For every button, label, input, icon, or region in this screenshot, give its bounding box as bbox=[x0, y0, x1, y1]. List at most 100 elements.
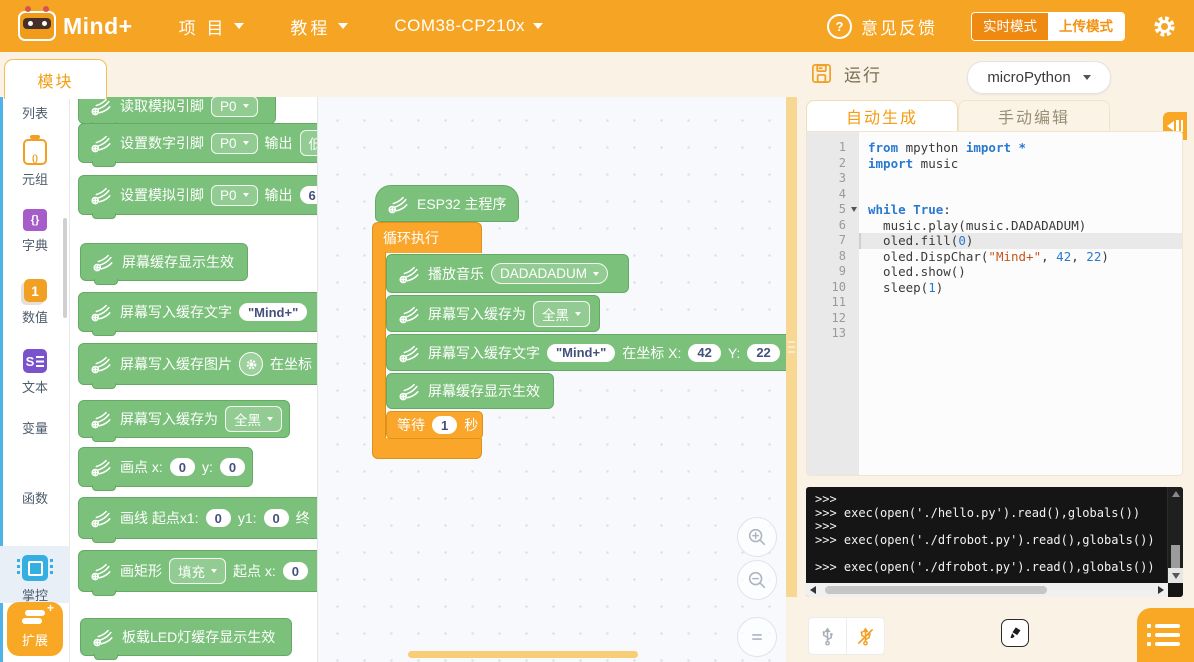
sidebar-item-list[interactable]: 列表 bbox=[0, 103, 70, 122]
clear-terminal-button[interactable] bbox=[1001, 619, 1029, 647]
menu-serial-port[interactable]: COM38-CP210x bbox=[394, 16, 543, 36]
zoom-in-button[interactable] bbox=[737, 517, 777, 557]
category-sidebar: 列表 () 元组 {} 字典 1 数值 S 文本 变量 函数 掌控 bbox=[0, 97, 70, 662]
category-label: 字典 bbox=[22, 238, 48, 253]
chevron-down-icon bbox=[1083, 75, 1091, 80]
fill-mode-dropdown[interactable]: 填充 bbox=[169, 558, 226, 584]
onboard-led-apply-block[interactable]: 板载LED灯缓存显示生效 bbox=[80, 618, 292, 656]
y-input[interactable]: 0 bbox=[220, 458, 245, 476]
mpython-hand-icon bbox=[89, 407, 113, 431]
wait-block[interactable]: 等待 1 秒 bbox=[386, 411, 483, 439]
pin-dropdown[interactable]: P0 bbox=[211, 185, 258, 206]
scrollbar-thumb[interactable] bbox=[825, 586, 1047, 594]
sidebar-item-text[interactable]: S 文本 bbox=[0, 349, 70, 396]
menu-project[interactable]: 项 目 bbox=[179, 14, 245, 39]
image-gear-icon[interactable] bbox=[239, 352, 263, 376]
x1-input[interactable]: 0 bbox=[206, 509, 231, 527]
draw-point-block[interactable]: 画点 x: 0 y: 0 bbox=[78, 447, 253, 487]
code-line-active: 7 oled.fill(0) bbox=[807, 233, 1182, 249]
block-workspace[interactable]: ESP32 主程序 循环执行 播放音乐 DADADADUM 屏幕写入缓存为 全黑… bbox=[318, 97, 786, 662]
screen-write-text-block[interactable]: 屏幕写入缓存文字 "Mind+" bbox=[78, 292, 318, 332]
x-input[interactable]: 0 bbox=[170, 458, 195, 476]
screen-write-text-block[interactable]: 屏幕写入缓存文字 "Mind+" 在坐标 X: 42 Y: 22 bbox=[386, 334, 786, 371]
tab-manual-edit[interactable]: 手动编辑 bbox=[958, 100, 1110, 131]
play-music-block[interactable]: 播放音乐 DADADADUM bbox=[386, 254, 629, 293]
set-analog-pin-block[interactable]: 设置模拟引脚 P0 输出 6 bbox=[78, 175, 318, 215]
language-value: microPython bbox=[987, 69, 1070, 86]
esp32-main-hat-block[interactable]: ESP32 主程序 bbox=[375, 185, 519, 222]
workspace-horizontal-scrollbar[interactable] bbox=[408, 651, 638, 658]
seconds-input[interactable]: 1 bbox=[432, 416, 457, 434]
sidebar-item-variable[interactable]: 变量 bbox=[0, 418, 70, 437]
mpython-hand-icon bbox=[89, 506, 113, 530]
loop-forever-spine[interactable] bbox=[372, 252, 386, 438]
mpython-hand-icon bbox=[89, 559, 113, 583]
extension-label: 扩展 bbox=[22, 630, 48, 649]
fill-color-dropdown[interactable]: 全黑 bbox=[225, 406, 282, 432]
tab-auto-generate[interactable]: 自动生成 bbox=[806, 100, 958, 131]
repl-terminal[interactable]: >>> >>> exec(open('./hello.py').read(),g… bbox=[806, 487, 1183, 597]
y-input[interactable]: 22 bbox=[747, 344, 779, 362]
language-select[interactable]: microPython bbox=[967, 61, 1111, 94]
settings-gear-icon[interactable] bbox=[1151, 13, 1178, 40]
x-input[interactable]: 0 bbox=[283, 562, 308, 580]
dict-icon: {} bbox=[23, 209, 47, 231]
extension-button[interactable]: 扩展 bbox=[7, 602, 63, 656]
usb-disconnect-button[interactable] bbox=[847, 618, 884, 654]
code-fold-icon[interactable] bbox=[851, 207, 857, 212]
set-digital-pin-block[interactable]: 设置数字引脚 P0 输出 低 bbox=[78, 123, 318, 163]
loop-forever-block[interactable]: 循环执行 bbox=[372, 222, 482, 253]
code-line: 6 music.play(music.DADADADUM) bbox=[807, 218, 1182, 234]
mindplus-logo[interactable]: Mind+ bbox=[18, 11, 133, 41]
sidebar-item-number[interactable]: 1 数值 bbox=[0, 279, 70, 326]
value-input[interactable]: 6 bbox=[300, 186, 318, 204]
menu-tutorial[interactable]: 教程 bbox=[290, 14, 348, 39]
read-analog-pin-block[interactable]: 读取模拟引脚 P0 bbox=[78, 97, 276, 124]
y1-input[interactable]: 0 bbox=[264, 509, 289, 527]
fill-color-dropdown[interactable]: 全黑 bbox=[533, 301, 590, 327]
sidebar-item-board[interactable]: 掌控 bbox=[0, 555, 70, 604]
robot-logo-icon bbox=[18, 11, 56, 41]
upload-mode-button[interactable]: 上传模式 bbox=[1048, 13, 1124, 40]
mpython-hand-icon bbox=[397, 379, 421, 403]
pin-dropdown[interactable]: P0 bbox=[211, 133, 258, 154]
sidebar-item-dict[interactable]: {} 字典 bbox=[0, 209, 70, 254]
realtime-mode-button[interactable]: 实时模式 bbox=[972, 13, 1048, 40]
scroll-right-icon[interactable] bbox=[1158, 586, 1164, 594]
screen-write-image-block[interactable]: 屏幕写入缓存图片 在坐标 bbox=[78, 343, 318, 385]
scroll-down-icon[interactable] bbox=[1168, 568, 1183, 583]
terminal-horizontal-scrollbar[interactable] bbox=[806, 583, 1168, 597]
screen-fill-block[interactable]: 屏幕写入缓存为 全黑 bbox=[386, 295, 600, 332]
panel-resize-divider[interactable] bbox=[786, 97, 797, 597]
feedback-button[interactable]: ? 意见反馈 bbox=[827, 14, 937, 39]
scroll-up-icon[interactable] bbox=[1172, 491, 1180, 497]
zoom-out-button[interactable] bbox=[737, 560, 777, 600]
draw-line-block[interactable]: 画线 起点x1: 0 y1: 0 终 bbox=[78, 497, 318, 539]
draw-rect-block[interactable]: 画矩形 填充 起点 x: 0 bbox=[78, 550, 318, 592]
x-input[interactable]: 42 bbox=[688, 344, 720, 362]
sidebar-item-function[interactable]: 函数 bbox=[0, 488, 70, 507]
loop-forever-foot[interactable] bbox=[372, 438, 482, 459]
tab-modules-label: 模块 bbox=[37, 68, 73, 92]
screen-fill-block[interactable]: 屏幕写入缓存为 全黑 bbox=[78, 400, 290, 438]
screen-apply-block[interactable]: 屏幕缓存显示生效 bbox=[386, 373, 554, 409]
run-button[interactable]: 运行 bbox=[810, 61, 882, 86]
scroll-left-icon[interactable] bbox=[810, 586, 816, 594]
category-label: 变量 bbox=[22, 421, 48, 436]
file-menu-button[interactable] bbox=[1137, 608, 1194, 662]
tab-modules[interactable]: 模块 bbox=[4, 59, 107, 99]
usb-connect-button[interactable] bbox=[809, 618, 847, 654]
screen-cache-apply-block[interactable]: 屏幕缓存显示生效 bbox=[80, 243, 248, 281]
level-dropdown[interactable]: 低 bbox=[300, 130, 318, 156]
terminal-vertical-scrollbar[interactable] bbox=[1167, 487, 1183, 583]
pin-dropdown[interactable]: P0 bbox=[211, 97, 258, 117]
sidebar-scrollbar[interactable] bbox=[63, 218, 67, 318]
terminal-line: >>> exec(open('./dfrobot.py').read(),glo… bbox=[815, 561, 1165, 575]
text-input[interactable]: "Mind+" bbox=[239, 303, 307, 321]
zoom-reset-button[interactable] bbox=[737, 617, 777, 657]
code-editor[interactable]: 1 from mpython import * 2 import music 3… bbox=[806, 131, 1183, 476]
terminal-line: >>> exec(open('./dfrobot.py').read(),glo… bbox=[815, 534, 1165, 548]
text-input[interactable]: "Mind+" bbox=[547, 344, 615, 362]
music-dropdown[interactable]: DADADADUM bbox=[491, 263, 608, 284]
sidebar-item-tuple[interactable]: () 元组 bbox=[0, 139, 70, 188]
